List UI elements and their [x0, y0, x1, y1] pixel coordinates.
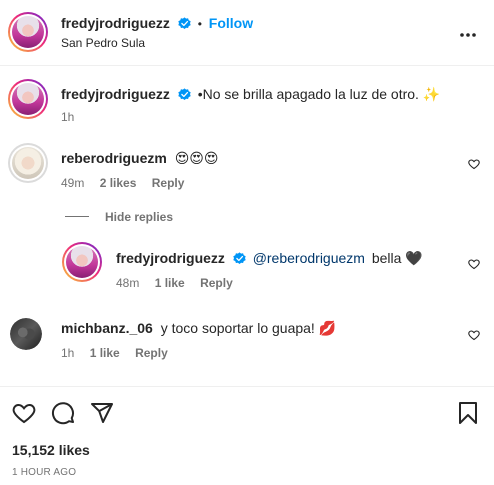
comment-username[interactable]: reberodriguezm	[61, 150, 167, 166]
author-avatar[interactable]	[8, 12, 48, 52]
comment-text: y toco soportar lo guapa! 💋	[160, 320, 337, 336]
reply: fredyjrodriguezz @reberodriguezm bella 🖤	[116, 250, 423, 268]
reply-meta: 48m 1 like Reply	[116, 276, 233, 290]
comment-time[interactable]: 49m	[61, 176, 84, 190]
reply-time[interactable]: 48m	[116, 276, 139, 290]
caption-text: •No se brilla apagado la luz de otro. ✨	[197, 86, 441, 102]
author-username[interactable]: fredyjrodriguezz	[61, 15, 170, 31]
follow-button[interactable]: Follow	[209, 15, 253, 31]
caption-username[interactable]: fredyjrodriguezz	[61, 86, 170, 102]
comment: michbanz._06 y toco soportar lo guapa! 💋	[61, 320, 336, 337]
location-link[interactable]: San Pedro Sula	[61, 36, 145, 50]
header-separator: •	[197, 17, 202, 31]
post-timestamp[interactable]: 1 HOUR AGO	[12, 467, 76, 478]
comment-meta: 49m 2 likes Reply	[61, 176, 184, 190]
reply-likes[interactable]: 1 like	[155, 276, 185, 290]
comment: reberodriguezm 😍😍😍	[61, 150, 219, 167]
comment-meta: 1h 1 like Reply	[61, 346, 168, 360]
replies-divider	[65, 216, 89, 217]
post-header: fredyjrodriguezz • Follow San Pedro Sula	[0, 0, 494, 66]
reply-reply-button[interactable]: Reply	[200, 276, 233, 290]
caption-avatar[interactable]	[8, 79, 48, 119]
comment-avatar[interactable]	[8, 143, 48, 183]
comment-icon[interactable]	[51, 401, 75, 428]
reply-avatar[interactable]	[62, 242, 102, 282]
share-icon[interactable]	[90, 401, 114, 428]
bookmark-icon[interactable]	[458, 401, 478, 428]
caption-time: 1h	[61, 110, 75, 124]
caption: fredyjrodriguezz •No se brilla apagado l…	[61, 86, 440, 104]
comment-username[interactable]: michbanz._06	[61, 320, 153, 336]
post-actions: 15,152 likes 1 HOUR AGO	[0, 386, 494, 485]
more-options-icon[interactable]	[460, 24, 476, 40]
comment-heart-icon[interactable]	[468, 157, 480, 170]
hide-replies-button[interactable]: Hide replies	[105, 210, 173, 224]
heart-icon[interactable]	[12, 401, 36, 428]
comment-avatar[interactable]	[10, 318, 42, 350]
reply-username[interactable]: fredyjrodriguezz	[116, 250, 225, 266]
comment-likes[interactable]: 1 like	[90, 346, 120, 360]
reply-mention-link[interactable]: @reberodriguezm	[253, 250, 365, 266]
comment-heart-icon[interactable]	[468, 328, 480, 341]
comment-likes[interactable]: 2 likes	[100, 176, 137, 190]
reply-text: bella 🖤	[371, 250, 423, 266]
likes-count[interactable]: 15,152 likes	[12, 442, 90, 458]
comment-text: 😍😍😍	[174, 150, 219, 166]
verified-badge-icon	[178, 88, 191, 104]
verified-badge-icon	[233, 252, 246, 268]
reply-heart-icon[interactable]	[468, 257, 480, 270]
reply-button[interactable]: Reply	[152, 176, 185, 190]
comment-time[interactable]: 1h	[61, 346, 74, 360]
verified-badge-icon	[178, 17, 191, 33]
reply-button[interactable]: Reply	[135, 346, 168, 360]
